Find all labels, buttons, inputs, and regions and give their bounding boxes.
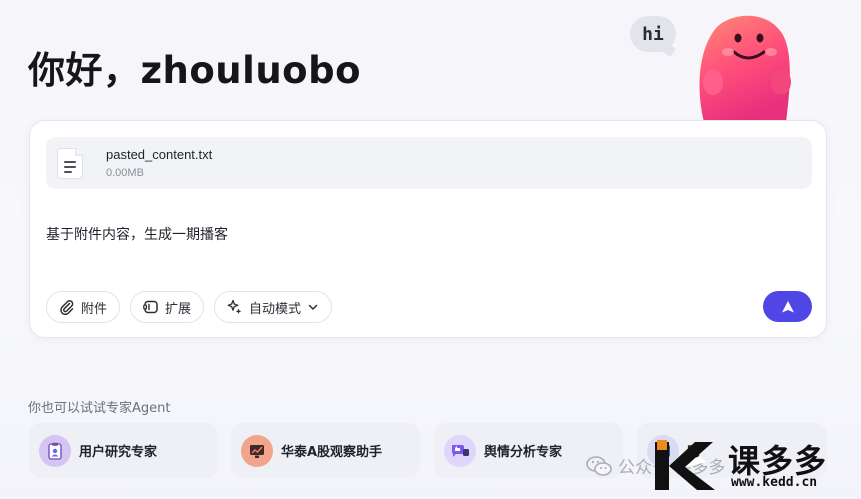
paperclip-icon: [60, 300, 74, 315]
agent-card-user-research[interactable]: 用户研究专家: [29, 423, 218, 478]
mascot: hi: [628, 10, 798, 125]
extend-label: 扩展: [165, 301, 192, 317]
agent-label: 用户研究专家: [79, 445, 158, 460]
agent-label: 华泰A股观察助手: [281, 445, 383, 460]
chart-monitor-icon: [241, 434, 273, 467]
text-file-icon: [57, 148, 83, 179]
agent-card-ashare-observer[interactable]: 华泰A股观察助手: [231, 423, 420, 478]
attachment-chip[interactable]: pasted_content.txt 0.00MB: [46, 137, 812, 189]
agent-section-heading: 你也可以试试专家Agent: [28, 401, 171, 416]
logo-url: www.kedd.cn: [731, 475, 818, 490]
mascot-character-icon: [699, 15, 791, 122]
extend-button[interactable]: 扩展: [130, 291, 205, 323]
send-button[interactable]: [763, 291, 812, 322]
extension-icon: [143, 300, 158, 314]
greeting-title: 你好，zhouluobo: [28, 49, 361, 92]
kedd-logo-icon: [655, 440, 715, 490]
speech-thumbs-icon: [444, 434, 476, 467]
agent-label: 舆情分析专家: [484, 445, 563, 460]
attach-button[interactable]: 附件: [46, 291, 121, 323]
sparkle-mode-icon: [227, 299, 242, 314]
attachment-file-size: 0.00MB: [106, 167, 144, 179]
chevron-down-icon: [308, 304, 318, 310]
attachment-file-name: pasted_content.txt: [106, 147, 213, 162]
attach-label: 附件: [81, 301, 108, 317]
wechat-icon: [586, 455, 612, 476]
mode-select[interactable]: 自动模式: [214, 291, 333, 323]
prompt-input[interactable]: 基于附件内容，生成一期播客: [46, 224, 228, 244]
chat-input-card: pasted_content.txt 0.00MB 基于附件内容，生成一期播客 …: [29, 120, 827, 338]
clipboard-user-icon: [39, 434, 71, 467]
hi-bubble-text: hi: [642, 23, 664, 45]
hi-speech-bubble: hi: [630, 16, 676, 52]
mode-label: 自动模式: [249, 301, 302, 317]
send-arrow-icon: [781, 300, 794, 312]
